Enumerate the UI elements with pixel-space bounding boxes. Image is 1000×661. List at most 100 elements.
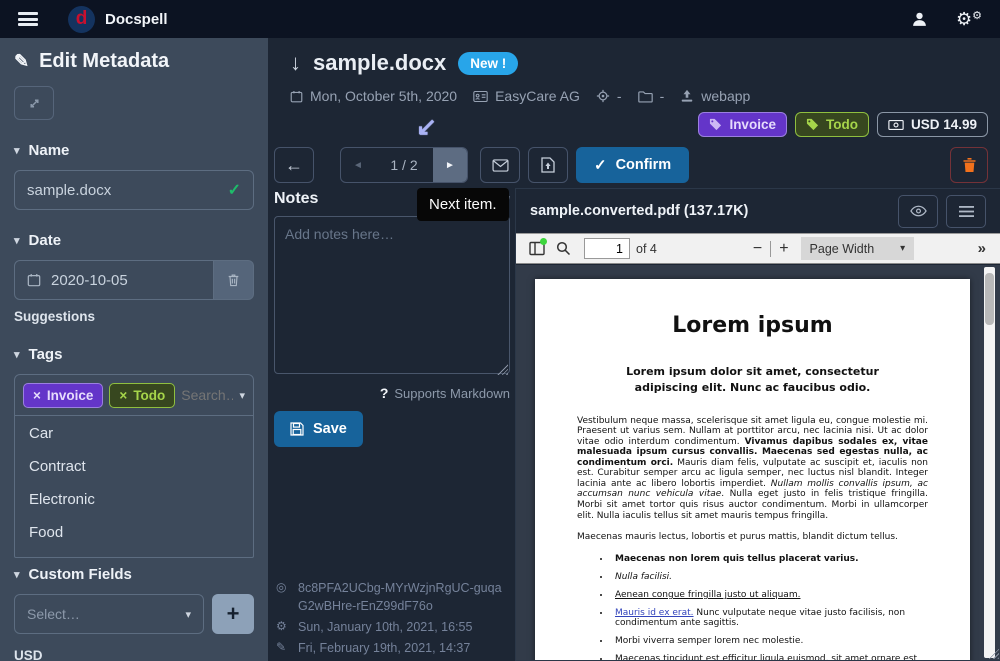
prev-item-button[interactable]: ◄ xyxy=(341,148,375,182)
doc-bullet: Aenean congue fringilla justo ut aliquam… xyxy=(611,590,928,600)
new-badge: New ! xyxy=(458,52,518,75)
doc-link[interactable]: Mauris id ex erat. xyxy=(615,608,694,618)
upload-icon xyxy=(680,89,694,103)
item-title: sample.docx xyxy=(313,50,446,76)
section-tags-header[interactable]: ▾ Tags xyxy=(14,346,254,363)
custom-field-usd-label: USD xyxy=(14,648,254,661)
custom-field-select[interactable]: Select… ▾ xyxy=(14,594,204,634)
money-bill-icon xyxy=(888,119,904,131)
tag-option[interactable]: Food xyxy=(15,515,253,548)
pdf-zoom-select[interactable]: Page Width ▾ xyxy=(801,237,915,260)
caret-down-icon: ▾ xyxy=(14,234,20,247)
pdf-scrollbar[interactable] xyxy=(984,267,995,658)
section-date-label: Date xyxy=(29,232,62,249)
add-custom-field-button[interactable]: + xyxy=(212,594,254,634)
folder-value: - xyxy=(660,88,665,104)
badge-amount[interactable]: USD 14.99 xyxy=(877,112,988,137)
tag-option[interactable]: Car xyxy=(15,416,253,449)
section-tags-label: Tags xyxy=(29,346,63,363)
file-menu-button[interactable] xyxy=(946,195,986,228)
check-icon: ✓ xyxy=(594,156,607,174)
caret-down-icon: ▾ xyxy=(14,144,20,157)
created-gear-icon: ⚙ xyxy=(276,618,290,636)
tag-icon xyxy=(806,118,819,131)
date-field[interactable]: 2020-10-05 xyxy=(14,260,214,300)
updated-pencil-icon: ✎ xyxy=(276,639,290,657)
top-navbar: d Docspell ⚙⚙ xyxy=(0,0,1000,38)
pdf-sidebar-toggle-button[interactable] xyxy=(524,241,550,256)
zoom-level-label: Page Width xyxy=(810,242,875,256)
zoom-out-button[interactable]: − xyxy=(753,240,762,258)
section-custom-fields-header[interactable]: ▾ Custom Fields xyxy=(14,566,254,583)
preview-eye-button[interactable] xyxy=(898,195,938,228)
correspondent[interactable]: EasyCare AG xyxy=(495,88,580,104)
pdf-page-input[interactable] xyxy=(584,238,630,259)
help-question-icon[interactable]: ? xyxy=(380,385,389,401)
zoom-in-button[interactable]: + xyxy=(779,240,788,258)
tag-chip-invoice[interactable]: × Invoice xyxy=(23,383,103,408)
calendar-icon xyxy=(27,273,41,287)
tag-search-input[interactable] xyxy=(181,387,233,403)
tag-option[interactable]: Electronic xyxy=(15,482,253,515)
tag-icon xyxy=(709,118,722,131)
doc-bullet: Morbi viverra semper lorem nec molestie. xyxy=(611,636,928,646)
docspell-logo-icon[interactable]: d xyxy=(68,6,95,33)
pdf-more-tools-button[interactable]: » xyxy=(978,240,992,257)
send-mail-button[interactable] xyxy=(480,147,520,183)
section-date-header[interactable]: ▾ Date xyxy=(14,232,254,249)
collapse-sidebar-button[interactable] xyxy=(14,86,54,120)
tag-option[interactable]: Important xyxy=(15,548,253,558)
pdf-page: Lorem ipsum Lorem ipsum dolor sit amet, … xyxy=(535,279,970,660)
settings-gears-icon[interactable]: ⚙⚙ xyxy=(956,9,982,30)
badge-label: Todo xyxy=(826,117,858,132)
tags-dropdown: Car Contract Electronic Food Important xyxy=(14,416,254,558)
diagonal-resize-icon xyxy=(27,96,42,111)
clear-date-button[interactable] xyxy=(214,260,254,300)
markdown-hint[interactable]: Supports Markdown xyxy=(394,386,510,401)
tag-option[interactable]: Contract xyxy=(15,449,253,482)
badge-todo[interactable]: Todo xyxy=(795,112,869,137)
doc-title: Lorem ipsum xyxy=(577,313,928,338)
badge-invoice[interactable]: Invoice xyxy=(698,112,787,137)
tag-chip-todo[interactable]: × Todo xyxy=(109,383,175,408)
confirm-button[interactable]: ✓ Confirm xyxy=(576,147,689,183)
caret-down-icon: ▾ xyxy=(14,568,20,581)
caret-down-icon: ▾ xyxy=(14,348,20,361)
add-file-button[interactable] xyxy=(528,147,568,183)
divider xyxy=(770,241,771,257)
concerning: - xyxy=(617,88,622,104)
notes-textarea[interactable] xyxy=(274,216,510,374)
amount-label: USD 14.99 xyxy=(911,117,977,132)
trash-icon xyxy=(227,273,240,287)
custom-field-select-placeholder: Select… xyxy=(27,606,80,622)
tags-multiselect[interactable]: × Invoice × Todo ▾ xyxy=(14,374,254,416)
created-date: Sun, January 10th, 2021, 16:55 xyxy=(298,618,472,636)
menu-icon[interactable] xyxy=(18,12,38,26)
save-notes-button[interactable]: Save xyxy=(274,411,363,447)
next-item-tooltip: Next item. xyxy=(417,188,509,221)
pdf-search-button[interactable] xyxy=(550,241,576,256)
confirm-label: Confirm xyxy=(616,157,672,173)
address-card-icon xyxy=(473,90,488,103)
pdf-page-count: of 4 xyxy=(636,242,657,256)
remove-tag-icon[interactable]: × xyxy=(119,388,127,403)
name-input[interactable] xyxy=(27,182,218,199)
remove-tag-icon[interactable]: × xyxy=(33,388,41,403)
delete-item-button[interactable] xyxy=(950,147,988,183)
updated-date: Fri, February 19th, 2021, 14:37 xyxy=(298,639,470,657)
item-info: ◎ 8c8PFA2UCbg-MYrWzjnRgUC-guqaG2wBHre-rE… xyxy=(276,576,508,658)
item-date: Mon, October 5th, 2020 xyxy=(310,88,457,104)
chevron-down-icon: ▾ xyxy=(900,243,905,254)
back-button[interactable]: ← xyxy=(274,147,314,183)
next-item-button[interactable]: ► xyxy=(433,148,467,182)
tag-chip-label: Todo xyxy=(133,388,165,403)
section-name-header[interactable]: ▾ Name xyxy=(14,142,254,159)
app-title[interactable]: Docspell xyxy=(105,11,168,28)
pdf-scrollbar-thumb[interactable] xyxy=(985,273,994,325)
chevron-down-icon[interactable]: ▾ xyxy=(239,389,245,402)
search-icon xyxy=(556,241,571,256)
folder-icon xyxy=(638,90,653,103)
user-icon[interactable] xyxy=(911,11,928,28)
download-arrow-icon[interactable]: ↓ xyxy=(290,50,301,76)
name-field-wrap: ✓ xyxy=(14,170,254,210)
